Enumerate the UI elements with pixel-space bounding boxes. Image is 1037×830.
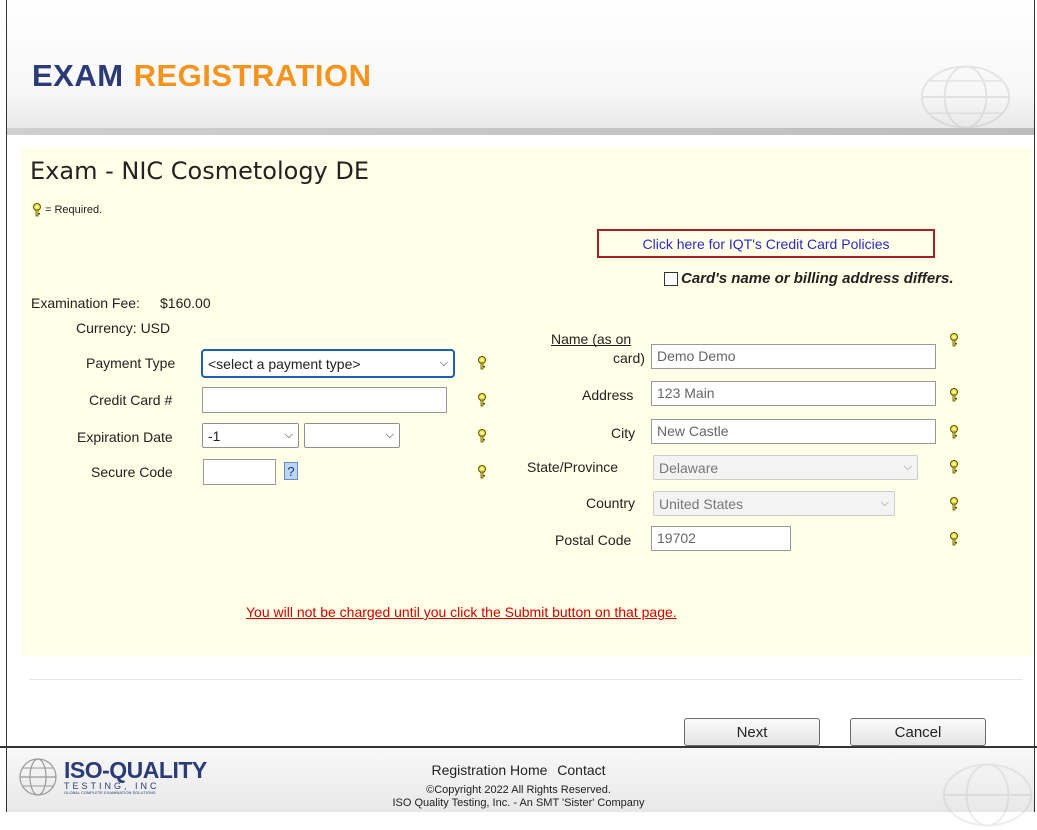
- registration-home-link[interactable]: Registration Home: [431, 762, 547, 778]
- footer-divider: [0, 746, 1037, 748]
- copyright: ©Copyright 2022 All Rights Reserved. ISO…: [0, 784, 1037, 810]
- contact-link[interactable]: Contact: [557, 762, 605, 778]
- page-frame: [6, 0, 1035, 812]
- copyright-line-2: ISO Quality Testing, Inc. - An SMT 'Sist…: [392, 797, 645, 809]
- footer-links: Registration Home Contact: [0, 762, 1037, 778]
- copyright-line-1: ©Copyright 2022 All Rights Reserved.: [426, 784, 611, 796]
